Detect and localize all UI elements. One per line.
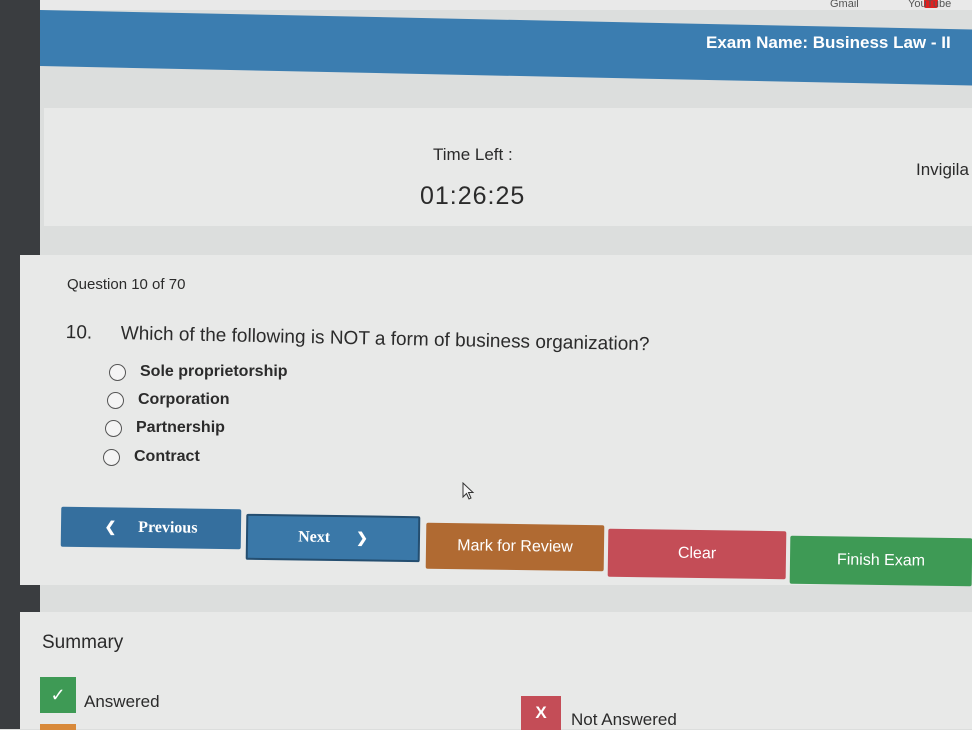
exam-name: Exam Name: Business Law - II bbox=[706, 33, 951, 52]
option-label: Contract bbox=[134, 448, 200, 465]
summary-panel bbox=[20, 612, 972, 729]
next-button[interactable]: Next ❯ bbox=[245, 513, 421, 563]
question-counter: Question 10 of 70 bbox=[67, 276, 186, 293]
radio-button[interactable] bbox=[103, 448, 120, 466]
question-number: 10. bbox=[65, 322, 93, 344]
bookmark-bar: Gmail YouTube bbox=[40, 0, 972, 10]
answered-label: Answered bbox=[84, 692, 160, 711]
time-left-value: 01:26:25 bbox=[420, 182, 526, 210]
radio-button[interactable] bbox=[107, 391, 124, 409]
previous-label: Previous bbox=[138, 518, 198, 537]
invigilator-label: Invigila bbox=[916, 160, 969, 179]
mark-for-review-button[interactable]: Mark for Review bbox=[425, 522, 605, 572]
option-sole-proprietorship[interactable]: Sole proprietorship bbox=[109, 363, 288, 381]
summary-title: Summary bbox=[42, 632, 124, 653]
option-label: Sole proprietorship bbox=[140, 363, 288, 380]
radio-button[interactable] bbox=[105, 419, 122, 437]
radio-button[interactable] bbox=[109, 363, 126, 381]
option-contract[interactable]: Contract bbox=[103, 448, 200, 466]
bookmark-youtube[interactable]: YouTube bbox=[908, 0, 951, 10]
x-icon: X bbox=[521, 696, 561, 730]
bookmark-gmail[interactable]: Gmail bbox=[830, 0, 859, 10]
check-icon: ✓ bbox=[40, 677, 76, 713]
time-left-label: Time Left : bbox=[433, 145, 513, 164]
option-label: Partnership bbox=[136, 419, 225, 436]
chevron-left-icon: ❮ bbox=[104, 519, 117, 536]
option-corporation[interactable]: Corporation bbox=[107, 391, 230, 409]
mouse-cursor-icon bbox=[462, 482, 475, 500]
marked-badge-partial bbox=[40, 724, 76, 730]
not-answered-label: Not Answered bbox=[571, 710, 677, 729]
next-label: Next bbox=[298, 528, 331, 546]
finish-exam-button[interactable]: Finish Exam bbox=[789, 535, 972, 587]
option-label: Corporation bbox=[138, 391, 230, 408]
chevron-right-icon: ❯ bbox=[356, 530, 368, 546]
option-partnership[interactable]: Partnership bbox=[105, 419, 225, 437]
previous-button[interactable]: ❮ Previous bbox=[60, 506, 242, 550]
clear-button[interactable]: Clear bbox=[607, 528, 787, 580]
